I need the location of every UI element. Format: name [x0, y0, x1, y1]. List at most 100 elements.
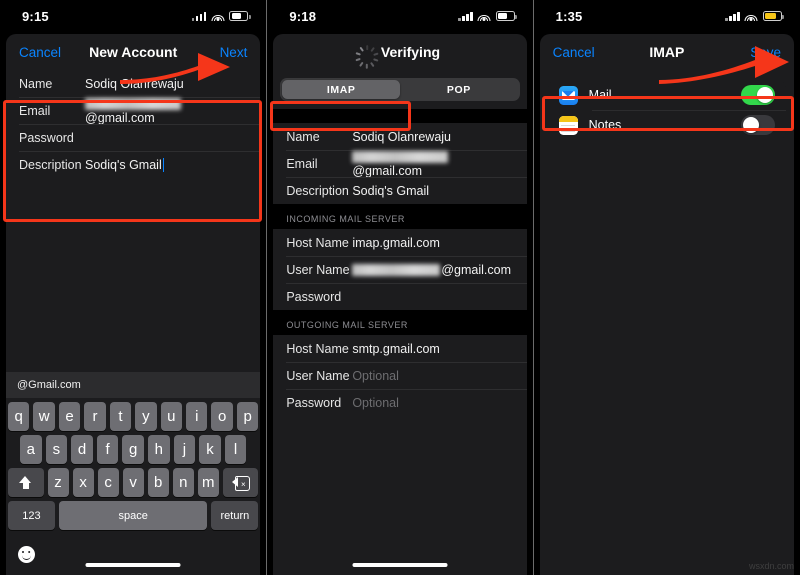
- wifi-icon: [477, 11, 491, 21]
- incoming-host-value: imap.gmail.com: [352, 235, 440, 250]
- key-i[interactable]: i: [186, 402, 208, 431]
- screenshot-board: 9:15 Cancel New Account Next Name Sodiq …: [0, 0, 800, 575]
- next-button[interactable]: Next: [220, 45, 248, 60]
- cellular-signal-icon: [458, 11, 473, 21]
- home-indicator: [352, 563, 448, 567]
- status-time: 1:35: [555, 8, 583, 24]
- redacted-block: [352, 263, 441, 276]
- key-r[interactable]: r: [84, 402, 106, 431]
- key-d[interactable]: d: [71, 435, 93, 464]
- field-label: Name: [286, 129, 320, 144]
- key-y[interactable]: y: [135, 402, 157, 431]
- list-item-mail[interactable]: Mail: [548, 80, 786, 110]
- form-row-password[interactable]: Password: [6, 124, 261, 151]
- status-indicators: [725, 11, 785, 21]
- backspace-key[interactable]: ×: [222, 468, 259, 497]
- list-item-notes[interactable]: Notes: [548, 110, 786, 140]
- status-bar: 9:15: [0, 0, 267, 32]
- protocol-segmented-control[interactable]: IMAP POP: [280, 78, 520, 101]
- field-label: Description: [286, 183, 349, 198]
- mail-toggle[interactable]: [740, 85, 775, 105]
- cancel-button[interactable]: Cancel: [553, 45, 595, 60]
- navigation-bar: Verifying: [273, 34, 526, 70]
- key-e[interactable]: e: [58, 402, 81, 431]
- field-label: Password: [286, 289, 342, 304]
- status-bar: 9:18: [267, 0, 533, 32]
- status-bar: 1:35: [533, 0, 800, 32]
- tab-pop[interactable]: POP: [400, 80, 518, 99]
- battery-icon: [495, 11, 517, 21]
- protocol-segmented-wrap: IMAP POP: [273, 70, 527, 109]
- key-k[interactable]: k: [199, 435, 221, 464]
- numbers-key[interactable]: 123: [8, 501, 55, 530]
- suggestion-1[interactable]: @Gmail.com: [6, 379, 98, 391]
- watermark: wsxdn.com: [748, 561, 794, 571]
- key-q[interactable]: q: [7, 402, 30, 431]
- toggle-label: Notes: [588, 118, 622, 132]
- key-t[interactable]: t: [109, 402, 132, 431]
- form-row-outgoing-host[interactable]: Host Name smtp.gmail.com: [273, 335, 526, 362]
- form-row-name[interactable]: Name Sodiq Olanrewaju: [6, 70, 260, 97]
- field-label: User Name: [286, 262, 350, 277]
- cancel-button[interactable]: Cancel: [19, 45, 61, 60]
- form-row-name[interactable]: Name Sodiq Olanrewaju: [273, 123, 526, 150]
- key-s[interactable]: s: [45, 435, 68, 464]
- key-n[interactable]: n: [172, 468, 194, 497]
- verifying-label: Verifying: [380, 44, 441, 60]
- phone-screen-verifying: 9:18 Verifying IMAP POP Name Sodiq Olanr…: [267, 0, 533, 575]
- save-button[interactable]: Save: [750, 45, 781, 60]
- form-row-outgoing-user[interactable]: User Name Optional: [273, 362, 527, 389]
- description-field-value: Sodiq's Gmail: [85, 157, 162, 172]
- wifi-icon: [744, 11, 758, 21]
- key-p[interactable]: p: [236, 402, 259, 431]
- status-time: 9:18: [289, 8, 317, 24]
- key-g[interactable]: g: [122, 435, 144, 464]
- return-key[interactable]: return: [211, 501, 259, 530]
- status-indicators: [458, 11, 517, 21]
- key-c[interactable]: c: [97, 468, 119, 497]
- cellular-signal-icon: [191, 11, 207, 21]
- outgoing-user-value: Optional: [352, 368, 399, 383]
- key-v[interactable]: v: [122, 468, 144, 497]
- form-row-incoming-user[interactable]: User Name @gmail.com: [273, 256, 527, 283]
- form-row-description[interactable]: Description Sodiq's Gmail: [273, 177, 527, 204]
- text-cursor: [162, 157, 165, 172]
- key-a[interactable]: a: [20, 435, 42, 464]
- key-b[interactable]: b: [147, 468, 169, 497]
- field-label: Description: [19, 157, 82, 172]
- form-row-description[interactable]: Description Sodiq's Gmail: [6, 151, 261, 178]
- notes-app-icon: [558, 115, 578, 135]
- key-z[interactable]: z: [47, 468, 69, 497]
- modal-sheet: Cancel New Account Next Name Sodiq Olanr…: [6, 34, 261, 575]
- key-x[interactable]: x: [72, 468, 94, 497]
- field-label: Password: [286, 395, 342, 410]
- form-row-outgoing-password[interactable]: Password Optional: [273, 389, 527, 416]
- keyboard-bottom-bar: [6, 533, 260, 575]
- shift-key[interactable]: [8, 468, 44, 497]
- key-u[interactable]: u: [160, 402, 183, 431]
- form-row-email[interactable]: Email @gmail.com: [6, 97, 261, 125]
- notes-toggle[interactable]: [740, 115, 775, 135]
- tab-imap[interactable]: IMAP: [282, 80, 400, 99]
- outgoing-host-value: smtp.gmail.com: [352, 341, 440, 356]
- form-row-email[interactable]: Email @gmail.com: [273, 150, 527, 178]
- key-o[interactable]: o: [211, 402, 233, 431]
- emoji-smiley-icon[interactable]: [18, 545, 35, 563]
- key-w[interactable]: w: [33, 402, 55, 431]
- key-h[interactable]: h: [147, 435, 170, 464]
- form-row-incoming-password[interactable]: Password: [273, 283, 527, 310]
- outgoing-mail-server-group: Host Name smtp.gmail.com User Name Optio…: [273, 335, 527, 416]
- keyboard-row-2: asdfghjkl: [6, 431, 260, 464]
- email-field-value: @gmail.com: [352, 150, 513, 178]
- key-f[interactable]: f: [96, 435, 119, 464]
- form-row-incoming-host[interactable]: Host Name imap.gmail.com: [273, 229, 526, 256]
- onscreen-keyboard[interactable]: @Gmail.com qwertyuiop asdfghjkl zxcvbnm …: [6, 372, 261, 575]
- key-l[interactable]: l: [224, 435, 247, 464]
- battery-icon-low-power: [762, 11, 785, 21]
- service-toggle-list: Mail Notes: [547, 80, 786, 140]
- phone-screen-new-account: 9:15 Cancel New Account Next Name Sodiq …: [0, 0, 267, 575]
- space-key[interactable]: space: [58, 501, 208, 530]
- key-m[interactable]: m: [197, 468, 219, 497]
- key-j[interactable]: j: [173, 435, 196, 464]
- status-time: 9:15: [22, 8, 49, 24]
